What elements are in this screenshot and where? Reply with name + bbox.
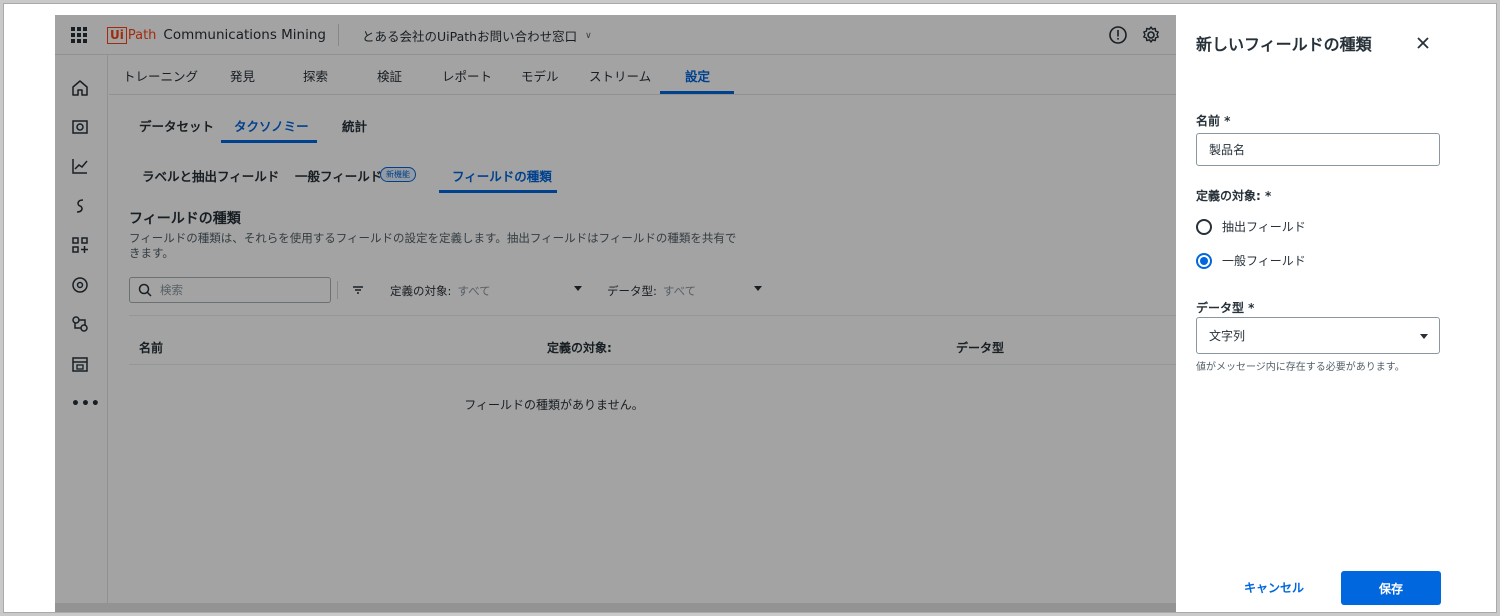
app-launcher-icon[interactable] [71, 27, 87, 43]
table-header: 名前 定義の対象: データ型 [129, 325, 1176, 365]
datatype-filter[interactable]: データ型: すべて [607, 283, 696, 299]
admin-icon[interactable] [71, 355, 89, 373]
app-window: Ui Path Communications Mining とある会社のUiPa… [55, 15, 1452, 612]
tenant-selector[interactable]: とある会社のUiPathお問い合わせ窓口 ∨ [362, 26, 592, 45]
datatype-help-text: 値がメッセージ内に存在する必要があります。 [1196, 362, 1405, 373]
screenshot-frame: Ui Path Communications Mining とある会社のUiPa… [3, 3, 1497, 613]
chevron-down-icon [1420, 334, 1428, 339]
new-field-type-drawer: 新しいフィールドの種類 名前 * 製品名 定義の対象: * 抽出フィールド 一般… [1176, 15, 1452, 612]
home-icon[interactable] [71, 79, 89, 97]
tab-explore[interactable]: 探索 [303, 66, 328, 85]
tab-settings[interactable]: 設定 [685, 66, 710, 85]
datatype-field-label: データ型 * [1196, 301, 1255, 315]
header-divider [338, 24, 339, 46]
subnav2-active-indicator [439, 190, 557, 193]
tab-discover[interactable]: 発見 [230, 66, 255, 85]
tab-general-fields[interactable]: 一般フィールド [295, 166, 382, 185]
gear-icon[interactable] [1141, 25, 1161, 45]
subnav-active-indicator [221, 140, 317, 143]
new-badge: 新機能 [380, 167, 416, 182]
column-target[interactable]: 定義の対象: [547, 339, 612, 356]
tab-model[interactable]: モデル [521, 66, 559, 85]
page-description: フィールドの種類は、それらを使用するフィールドの設定を定義します。抽出フィールド… [129, 231, 737, 260]
save-button[interactable]: 保存 [1341, 571, 1441, 605]
dataset-icon[interactable] [71, 118, 89, 136]
tab-streams[interactable]: ストリーム [589, 66, 651, 85]
uipath-logo[interactable]: Ui Path Communications Mining [107, 26, 326, 44]
logo-ui-text: Ui [107, 26, 127, 44]
modal-backdrop [55, 15, 1176, 612]
radio-general-label: 一般フィールド [1222, 254, 1306, 268]
target-filter-caret-icon[interactable] [574, 286, 582, 291]
empty-state-message: フィールドの種類がありません。 [464, 398, 644, 412]
cancel-button[interactable]: キャンセル [1244, 579, 1304, 596]
column-datatype[interactable]: データ型 [956, 339, 1004, 356]
tab-taxonomy[interactable]: タクソノミー [234, 116, 309, 135]
radio-extraction-label: 抽出フィールド [1222, 220, 1306, 234]
left-nav-rail: ••• [55, 55, 108, 612]
search-placeholder: 検索 [160, 283, 183, 297]
tab-reports[interactable]: レポート [442, 66, 492, 85]
tab-stats[interactable]: 統計 [342, 116, 367, 135]
tab-labels-extraction[interactable]: ラベルと抽出フィールド [142, 166, 279, 185]
datatype-filter-value: すべて [662, 284, 697, 298]
product-name: Communications Mining [163, 27, 326, 43]
radio-general-field[interactable]: 一般フィールド [1196, 252, 1306, 269]
page-title: フィールドの種類 [129, 211, 241, 227]
search-input[interactable]: 検索 [129, 277, 331, 303]
table-top-border [129, 315, 1176, 316]
filter-icon[interactable] [351, 283, 365, 297]
radio-button[interactable] [1196, 218, 1212, 235]
name-input[interactable]: 製品名 [1196, 133, 1440, 166]
chart-icon[interactable] [71, 157, 89, 175]
column-name[interactable]: 名前 [139, 339, 163, 356]
integrations-icon[interactable] [71, 315, 89, 333]
datatype-select-value: 文字列 [1209, 329, 1246, 343]
target-filter[interactable]: 定義の対象: すべて [390, 283, 491, 299]
datatype-select[interactable]: 文字列 [1196, 317, 1440, 354]
more-icon[interactable]: ••• [71, 396, 101, 412]
name-field-label: 名前 * [1196, 114, 1231, 128]
main-area: Ui Path Communications Mining とある会社のUiPa… [55, 15, 1176, 612]
apps-grid-icon[interactable] [71, 236, 89, 254]
search-icon [138, 283, 152, 297]
tab-validate[interactable]: 検証 [377, 66, 402, 85]
datatype-filter-label: データ型: [607, 284, 657, 298]
close-icon[interactable] [1413, 33, 1433, 53]
top-nav: トレーニング 発見 探索 検証 レポート モデル ストリーム 設定 [109, 55, 1176, 95]
alert-icon[interactable] [1108, 25, 1128, 45]
chevron-down-icon: ∨ [585, 30, 592, 41]
tab-training[interactable]: トレーニング [123, 66, 198, 85]
logo-path-text: Path [127, 27, 157, 43]
active-tab-indicator [660, 91, 734, 94]
target-filter-value: すべて [457, 284, 491, 298]
tab-dataset[interactable]: データセット [139, 116, 214, 135]
tenant-name: とある会社のUiPathお問い合わせ窓口 [362, 29, 578, 44]
streams-icon[interactable] [71, 197, 89, 215]
tab-field-types[interactable]: フィールドの種類 [452, 166, 552, 185]
source-icon[interactable] [71, 276, 89, 294]
app-header: Ui Path Communications Mining とある会社のUiPa… [55, 15, 1176, 55]
target-filter-label: 定義の対象: [390, 284, 452, 298]
filter-divider [337, 281, 338, 299]
datatype-filter-caret-icon[interactable] [754, 286, 762, 291]
radio-extraction-field[interactable]: 抽出フィールド [1196, 218, 1306, 235]
target-field-label: 定義の対象: * [1196, 189, 1272, 203]
drawer-title: 新しいフィールドの種類 [1196, 35, 1372, 54]
horizontal-scrollbar[interactable] [55, 603, 1176, 612]
radio-button-checked[interactable] [1196, 252, 1212, 269]
